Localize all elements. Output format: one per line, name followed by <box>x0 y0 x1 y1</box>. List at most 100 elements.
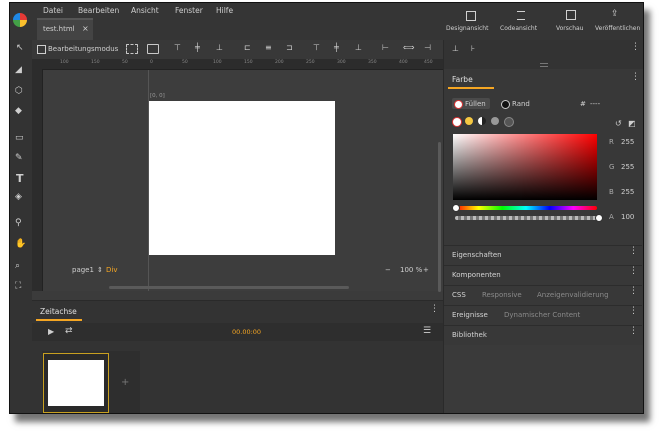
app-window: Datei Bearbeiten Ansicht Fenster Hilfe t… <box>9 2 644 414</box>
rectangle-icon[interactable]: ▭ <box>15 133 24 143</box>
distribute-right-icon[interactable]: ⊣ <box>424 43 431 52</box>
library-content <box>444 345 643 413</box>
swatch-none[interactable] <box>452 117 462 127</box>
zoom-out-button[interactable]: − <box>385 266 391 274</box>
edit-mode-checkbox[interactable] <box>37 45 46 54</box>
library-panel-header[interactable]: Bibliothek ⋮ <box>444 325 642 345</box>
align-middle-icon[interactable]: ╪ <box>195 43 200 52</box>
panel-align-icon[interactable]: ⊥ <box>452 44 459 53</box>
swatch-half[interactable] <box>478 117 486 125</box>
panel-toolbar-menu-icon[interactable]: ⋮ <box>631 43 640 52</box>
align-bottom-icon[interactable]: ⊥ <box>216 43 223 52</box>
align-top-icon[interactable]: ⊤ <box>174 43 181 52</box>
properties-menu-icon[interactable]: ⋮ <box>629 247 638 256</box>
align-right-icon[interactable]: ⊐ <box>286 43 293 52</box>
pen-icon[interactable]: ✎ <box>15 153 23 163</box>
horizontal-scrollbar[interactable] <box>109 286 349 289</box>
events-menu-icon[interactable]: ⋮ <box>629 307 638 316</box>
loop-icon[interactable]: ⇄ <box>65 326 73 336</box>
transform-icon[interactable]: ⬡ <box>15 86 23 96</box>
hand-icon[interactable]: ✋ <box>15 239 26 249</box>
tab-close-icon[interactable]: × <box>82 24 89 33</box>
paint-bucket-icon[interactable]: ◈ <box>15 192 22 202</box>
alpha-slider[interactable] <box>455 214 603 222</box>
play-icon[interactable]: ▶ <box>48 327 54 336</box>
properties-panel-header[interactable]: Eigenschaften ⋮ <box>444 245 642 265</box>
stroke-toggle[interactable]: Rand <box>500 98 534 109</box>
tab-css[interactable]: CSS <box>452 291 466 299</box>
a-value[interactable]: 100 <box>621 213 634 221</box>
zoom-in-button[interactable]: + <box>423 266 429 274</box>
timeline-title[interactable]: Zeitachse <box>40 307 77 316</box>
components-panel-header[interactable]: Komponenten ⋮ <box>444 265 642 285</box>
menu-datei[interactable]: Datei <box>43 6 63 15</box>
shape-icon[interactable]: ◆ <box>15 106 22 116</box>
tab-test-html[interactable]: test.html × <box>37 18 93 40</box>
align-left-icon[interactable]: ⊏ <box>244 43 251 52</box>
color-panel-menu-icon[interactable]: ⋮ <box>631 73 640 82</box>
panel-toolbar: ⊥ ⊦ ⋮ <box>444 40 643 69</box>
panel-distribute-icon[interactable]: ⊦ <box>471 44 475 53</box>
select-frame-icon[interactable] <box>126 44 138 54</box>
tab-title: test.html <box>43 25 75 33</box>
tab-responsive[interactable]: Responsive <box>482 291 522 299</box>
horizontal-ruler: 100 150 50 0 50 100 150 200 250 300 350 … <box>32 59 443 70</box>
eyedropper-icon[interactable]: ⚲ <box>15 218 22 228</box>
page-selector[interactable]: page1 ⇕ Div <box>61 265 121 277</box>
code-view-button[interactable]: Codeansicht <box>499 9 543 37</box>
align-center-icon[interactable]: ≡ <box>265 43 272 52</box>
stroke-swatch-icon <box>501 100 510 109</box>
preview-button[interactable]: Vorschau <box>555 9 589 37</box>
vertical-scrollbar[interactable] <box>438 142 441 292</box>
stage-div[interactable] <box>149 101 335 255</box>
tab-events[interactable]: Ereignisse <box>452 311 488 319</box>
hex-value[interactable]: ---- <box>590 100 600 108</box>
distribute-bottom-icon[interactable]: ⊥ <box>355 43 362 52</box>
distribute-middle-icon[interactable]: ╪ <box>334 43 339 52</box>
frame-thumbnail[interactable] <box>43 353 109 413</box>
tab-dynamic-content[interactable]: Dynamischer Content <box>504 311 580 319</box>
components-menu-icon[interactable]: ⋮ <box>629 267 638 276</box>
properties-title: Eigenschaften <box>452 251 502 259</box>
text-icon[interactable]: T <box>16 172 24 185</box>
design-view-label: Designansicht <box>446 25 489 32</box>
add-frame-icon[interactable]: + <box>121 377 129 388</box>
distribute-top-icon[interactable]: ⊤ <box>313 43 320 52</box>
select-arrow-icon[interactable]: ↖ <box>16 43 24 53</box>
design-view-button[interactable]: Designansicht <box>446 9 496 37</box>
swatch-gray[interactable] <box>491 117 499 125</box>
reset-colors-icon[interactable]: ◩ <box>628 119 636 128</box>
menu-hilfe[interactable]: Hilfe <box>216 6 233 15</box>
distribute-left-icon[interactable]: ⊢ <box>382 43 389 52</box>
crop-icon[interactable] <box>147 44 159 54</box>
zoom-icon[interactable]: ⌕ <box>15 261 20 271</box>
r-value[interactable]: 255 <box>621 138 634 146</box>
page-name: page1 <box>72 266 94 274</box>
hue-handle[interactable] <box>452 204 460 212</box>
menu-fenster[interactable]: Fenster <box>175 6 203 15</box>
menu-bearbeiten[interactable]: Bearbeiten <box>78 6 119 15</box>
panel-grip[interactable] <box>540 63 548 67</box>
app-logo <box>13 13 27 27</box>
color-panel: Farbe ⋮ Füllen Rand # ---- ↺ ◩ R 255 G 2… <box>444 69 643 245</box>
fit-screen-icon[interactable]: ⛶ <box>15 281 21 291</box>
b-value[interactable]: 255 <box>621 188 634 196</box>
library-menu-icon[interactable]: ⋮ <box>629 327 638 336</box>
css-menu-icon[interactable]: ⋮ <box>629 287 638 296</box>
swap-colors-icon[interactable]: ↺ <box>615 119 622 128</box>
menu-ansicht[interactable]: Ansicht <box>131 6 159 15</box>
distribute-center-icon[interactable]: ⟺ <box>403 43 414 52</box>
tab-ad-validation[interactable]: Anzeigenvalidierung <box>537 291 609 299</box>
timeline-menu-icon[interactable]: ⋮ <box>430 305 439 314</box>
fill-toggle[interactable]: Füllen <box>452 98 490 109</box>
publish-button[interactable]: ⇪ Veröffentlichen <box>595 9 643 37</box>
alpha-handle[interactable] <box>595 214 603 222</box>
swatch-yellow[interactable] <box>465 117 473 125</box>
g-value[interactable]: 255 <box>621 163 634 171</box>
saturation-picker[interactable] <box>453 134 597 200</box>
eraser-icon[interactable]: ◢ <box>15 65 22 75</box>
hue-slider[interactable] <box>452 204 597 212</box>
timeline-settings-icon[interactable]: ☰ <box>423 326 431 336</box>
selected-element: Div <box>106 266 118 274</box>
swatch-dark[interactable] <box>504 117 514 127</box>
